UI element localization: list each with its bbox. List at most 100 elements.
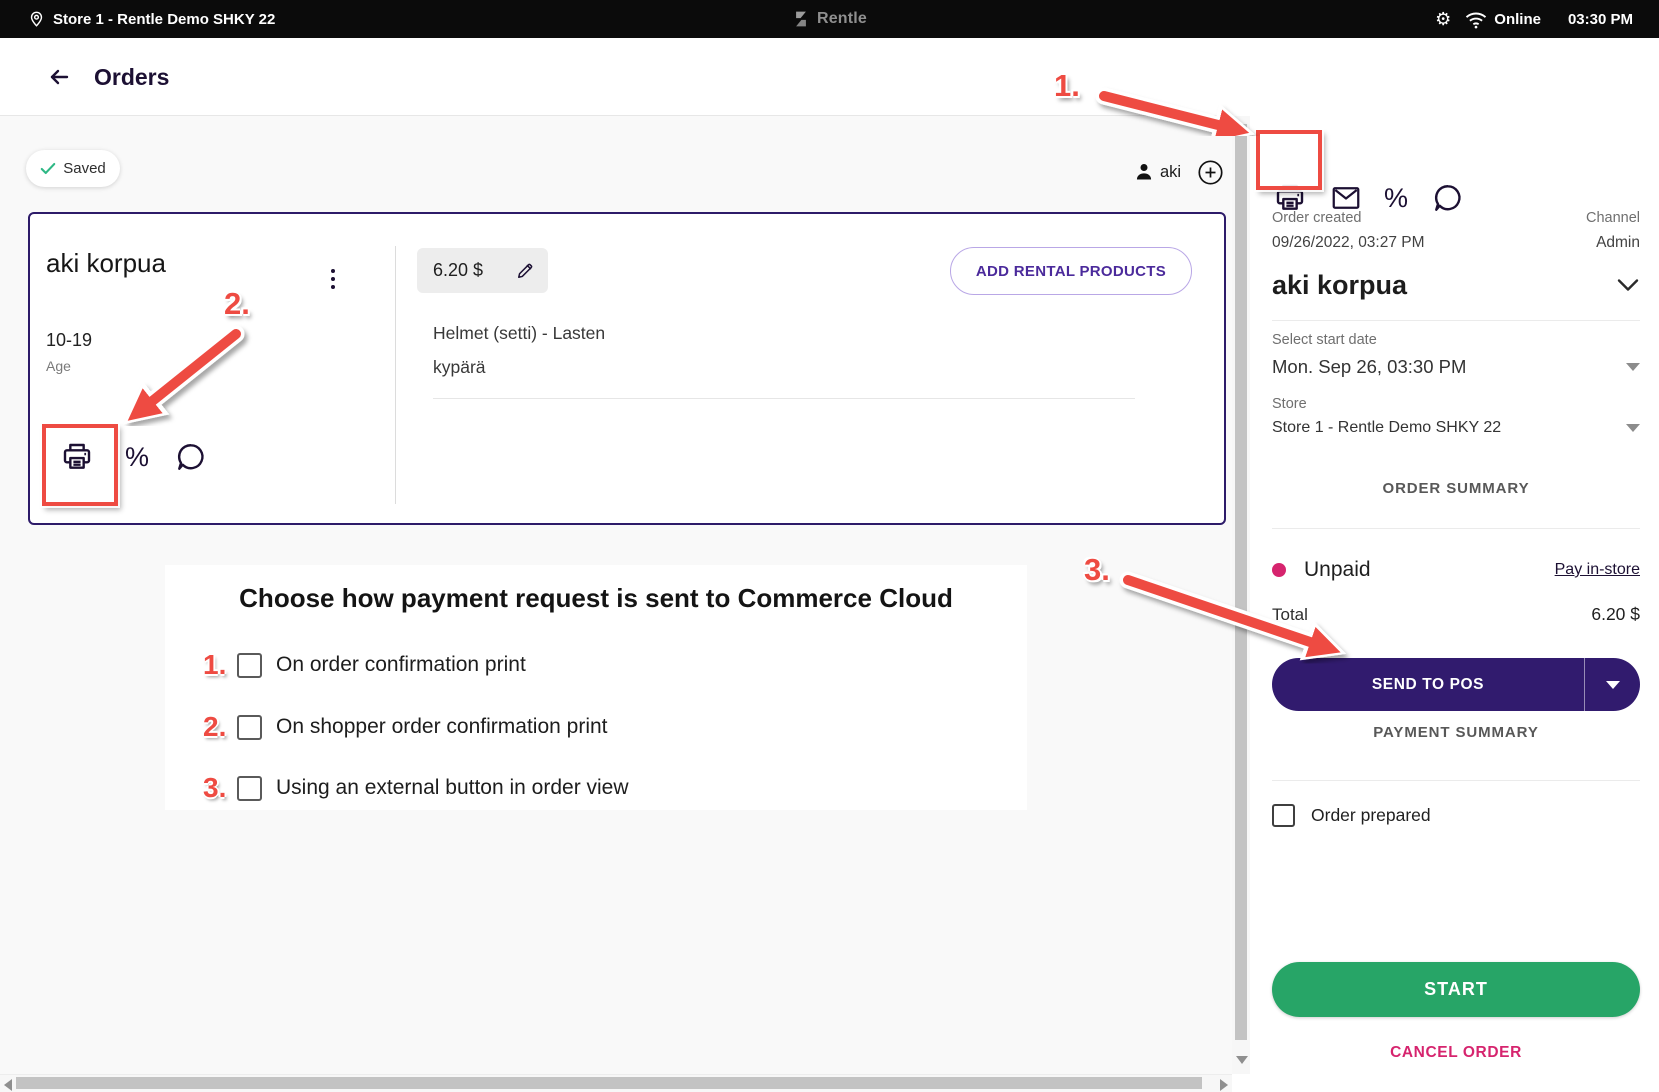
age-value: 10-19 <box>46 330 92 351</box>
vertical-scrollbar-thumb[interactable] <box>1235 124 1247 1040</box>
wifi-icon <box>1464 10 1488 29</box>
send-to-pos-dropdown[interactable] <box>1585 681 1640 689</box>
horizontal-scrollbar-thumb[interactable] <box>16 1077 1202 1089</box>
start-button[interactable]: START <box>1272 962 1640 1017</box>
total-label: Total <box>1272 605 1308 625</box>
envelope-icon <box>1331 185 1361 211</box>
payment-request-panel: Choose how payment request is sent to Co… <box>165 565 1027 810</box>
customer-name: aki korpua <box>46 248 166 279</box>
brand-name: Rentle <box>817 10 867 28</box>
order-created-label: Order created <box>1272 210 1361 226</box>
app-window: Store 1 - Rentle Demo SHKY 22 Rentle ⚙ O… <box>0 0 1659 1092</box>
customer-collapse-header[interactable]: aki korpua <box>1272 264 1640 306</box>
caret-down-icon <box>1626 424 1640 432</box>
start-date-select[interactable]: Mon. Sep 26, 03:30 PM <box>1272 352 1640 382</box>
scroll-right-arrow[interactable] <box>1220 1079 1228 1091</box>
edit-pencil-icon <box>516 261 535 280</box>
total-row: Total 6.20 $ <box>1272 604 1640 625</box>
discount-button[interactable]: % <box>118 438 156 476</box>
price-value: 6.20 $ <box>433 260 483 281</box>
add-user-icon[interactable] <box>1197 159 1224 186</box>
chevron-down-icon <box>1616 278 1640 293</box>
page-title: Orders <box>94 64 169 91</box>
unpaid-dot-icon <box>1272 563 1286 577</box>
option-step-number: 1. <box>203 649 237 681</box>
option-label: On order confirmation print <box>276 653 526 677</box>
total-value: 6.20 $ <box>1591 604 1640 625</box>
connection-indicator: Online <box>1464 10 1541 29</box>
top-status-bar: Store 1 - Rentle Demo SHKY 22 Rentle ⚙ O… <box>0 0 1659 38</box>
caret-down-icon <box>1606 681 1620 689</box>
age-label: Age <box>46 358 71 374</box>
option-label: On shopper order confirmation print <box>276 715 608 739</box>
order-meta-labels: Order created Channel <box>1272 210 1640 226</box>
user-name: aki <box>1160 163 1181 182</box>
payment-status: Unpaid <box>1272 558 1371 582</box>
payment-summary-toggle[interactable]: PAYMENT SUMMARY <box>1272 724 1640 741</box>
connection-status: Online <box>1494 11 1541 28</box>
order-meta-values: 09/26/2022, 03:27 PM Admin <box>1272 234 1640 252</box>
person-icon <box>1134 161 1154 183</box>
payment-option-row: 2. On shopper order confirmation print <box>203 709 608 745</box>
order-prepared-checkbox[interactable] <box>1272 804 1295 827</box>
store-select[interactable]: Store 1 - Rentle Demo SHKY 22 <box>1272 414 1640 442</box>
pay-in-store-link[interactable]: Pay in-store <box>1555 561 1640 579</box>
order-summary-toggle[interactable]: ORDER SUMMARY <box>1272 480 1640 497</box>
gear-icon[interactable]: ⚙ <box>1435 10 1451 28</box>
option-checkbox[interactable] <box>237 653 262 678</box>
price-edit-chip[interactable]: 6.20 $ <box>417 248 548 293</box>
order-details-sidebar: % Order created Channel 09/26/2022, 03:2… <box>1250 38 1659 1092</box>
topbar-status-group: ⚙ Online 03:30 PM <box>1435 10 1659 29</box>
send-to-pos-button[interactable]: SEND TO POS <box>1272 658 1640 711</box>
cancel-order-link[interactable]: CANCEL ORDER <box>1272 1044 1640 1062</box>
option-checkbox[interactable] <box>237 715 262 740</box>
card-section-divider <box>395 246 396 504</box>
start-date-label: Select start date <box>1272 332 1377 348</box>
percent-icon: % <box>1384 185 1408 212</box>
chat-bubble-icon <box>175 441 207 473</box>
location-pin-icon <box>28 9 45 29</box>
option-label: Using an external button in order view <box>276 776 629 800</box>
payment-option-row: 1. On order confirmation print <box>203 647 526 683</box>
store-value: Store 1 - Rentle Demo SHKY 22 <box>1272 419 1501 437</box>
channel-value: Admin <box>1596 234 1640 252</box>
check-icon <box>40 162 56 175</box>
order-prepared-label: Order prepared <box>1311 805 1431 826</box>
add-rental-products-button[interactable]: ADD RENTAL PRODUCTS <box>950 247 1192 295</box>
store-name: Store 1 - Rentle Demo SHKY 22 <box>53 11 275 28</box>
comment-button[interactable] <box>172 438 210 476</box>
product-divider <box>433 398 1135 399</box>
start-date-value: Mon. Sep 26, 03:30 PM <box>1272 356 1466 378</box>
printer-icon <box>60 441 94 473</box>
kebab-menu-icon[interactable] <box>322 262 344 296</box>
clock: 03:30 PM <box>1568 11 1633 28</box>
rentle-logo-icon <box>792 10 810 28</box>
store-label-row: Store <box>1272 396 1640 412</box>
assigned-user[interactable]: aki <box>1134 156 1224 188</box>
product-description: Helmet (setti) - Lasten kypärä <box>433 316 605 384</box>
sidebar-customer-name: aki korpua <box>1272 270 1407 301</box>
channel-label: Channel <box>1586 210 1640 226</box>
order-created-value: 09/26/2022, 03:27 PM <box>1272 234 1425 252</box>
start-date-label-row: Select start date <box>1272 332 1640 348</box>
store-label: Store <box>1272 396 1307 412</box>
percent-icon: % <box>125 444 149 471</box>
payment-status-row: Unpaid Pay in-store <box>1272 552 1640 588</box>
product-line1: Helmet (setti) - Lasten <box>433 316 605 350</box>
store-selector[interactable]: Store 1 - Rentle Demo SHKY 22 <box>0 9 275 29</box>
sidebar-divider <box>1272 320 1640 321</box>
saved-label: Saved <box>63 160 106 177</box>
option-step-number: 3. <box>203 772 237 804</box>
payment-option-row: 3. Using an external button in order vie… <box>203 770 629 806</box>
scroll-down-arrow[interactable] <box>1236 1056 1248 1064</box>
order-prepared-row: Order prepared <box>1272 804 1431 827</box>
sidebar-divider <box>1272 528 1640 529</box>
order-item-card: aki korpua 10-19 Age % 6.20 $ Helmet (se… <box>28 212 1226 525</box>
print-receipt-button[interactable] <box>58 438 96 476</box>
saved-status-badge: Saved <box>26 150 120 187</box>
scroll-left-arrow[interactable] <box>4 1079 12 1091</box>
option-checkbox[interactable] <box>237 776 262 801</box>
back-arrow-icon[interactable] <box>46 65 72 89</box>
sidebar-divider <box>1272 780 1640 781</box>
caret-down-icon <box>1626 363 1640 371</box>
